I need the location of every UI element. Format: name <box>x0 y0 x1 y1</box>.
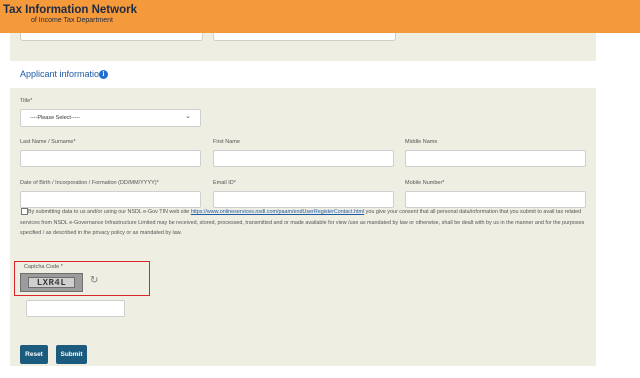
middle-name-label: Middle Name <box>405 139 438 145</box>
mobile-label: Mobile Number* <box>405 180 445 186</box>
chevron-down-icon: ⌄ <box>185 113 191 120</box>
title-select[interactable]: ----Please Select----- ⌄ <box>20 109 201 127</box>
consent-link[interactable]: https://www.onlineservices.nsdl.com/paam… <box>191 209 364 215</box>
dob-input[interactable] <box>20 191 201 208</box>
email-input[interactable] <box>213 191 394 208</box>
middle-name-input[interactable] <box>405 150 586 167</box>
brand-subtitle: of Income Tax Department <box>31 17 113 24</box>
captcha-code: LXR4L <box>28 277 75 288</box>
title-select-value: ----Please Select----- <box>30 115 81 121</box>
previous-input-left[interactable] <box>20 33 203 41</box>
first-name-input[interactable] <box>213 150 394 167</box>
previous-input-right[interactable] <box>213 33 396 41</box>
consent-text: By submitting data to us and/or using ou… <box>20 207 590 239</box>
captcha-input[interactable] <box>26 300 125 317</box>
site-header: Tax Information Network of Income Tax De… <box>0 0 640 33</box>
title-label: Title* <box>20 98 33 104</box>
info-icon[interactable]: i <box>99 70 108 79</box>
submit-button[interactable]: Submit <box>56 345 87 364</box>
last-name-label: Last Name / Surname* <box>20 139 76 145</box>
dob-label: Date of Birth / Incorporation / Formatio… <box>20 180 159 186</box>
reset-button[interactable]: Reset <box>20 345 48 364</box>
consent-checkbox[interactable] <box>21 208 28 215</box>
mobile-input[interactable] <box>405 191 586 208</box>
consent-text-before: By submitting data to us and/or using ou… <box>28 209 191 215</box>
last-name-input[interactable] <box>20 150 201 167</box>
first-name-label: First Name <box>213 139 240 145</box>
email-label: Email ID* <box>213 180 236 186</box>
section-title: Applicant information <box>20 69 105 79</box>
captcha-image: LXR4L <box>20 273 83 292</box>
brand-title: Tax Information Network <box>3 4 137 16</box>
refresh-icon[interactable]: ↻ <box>90 276 98 286</box>
captcha-label: Captcha Code * <box>24 264 63 270</box>
